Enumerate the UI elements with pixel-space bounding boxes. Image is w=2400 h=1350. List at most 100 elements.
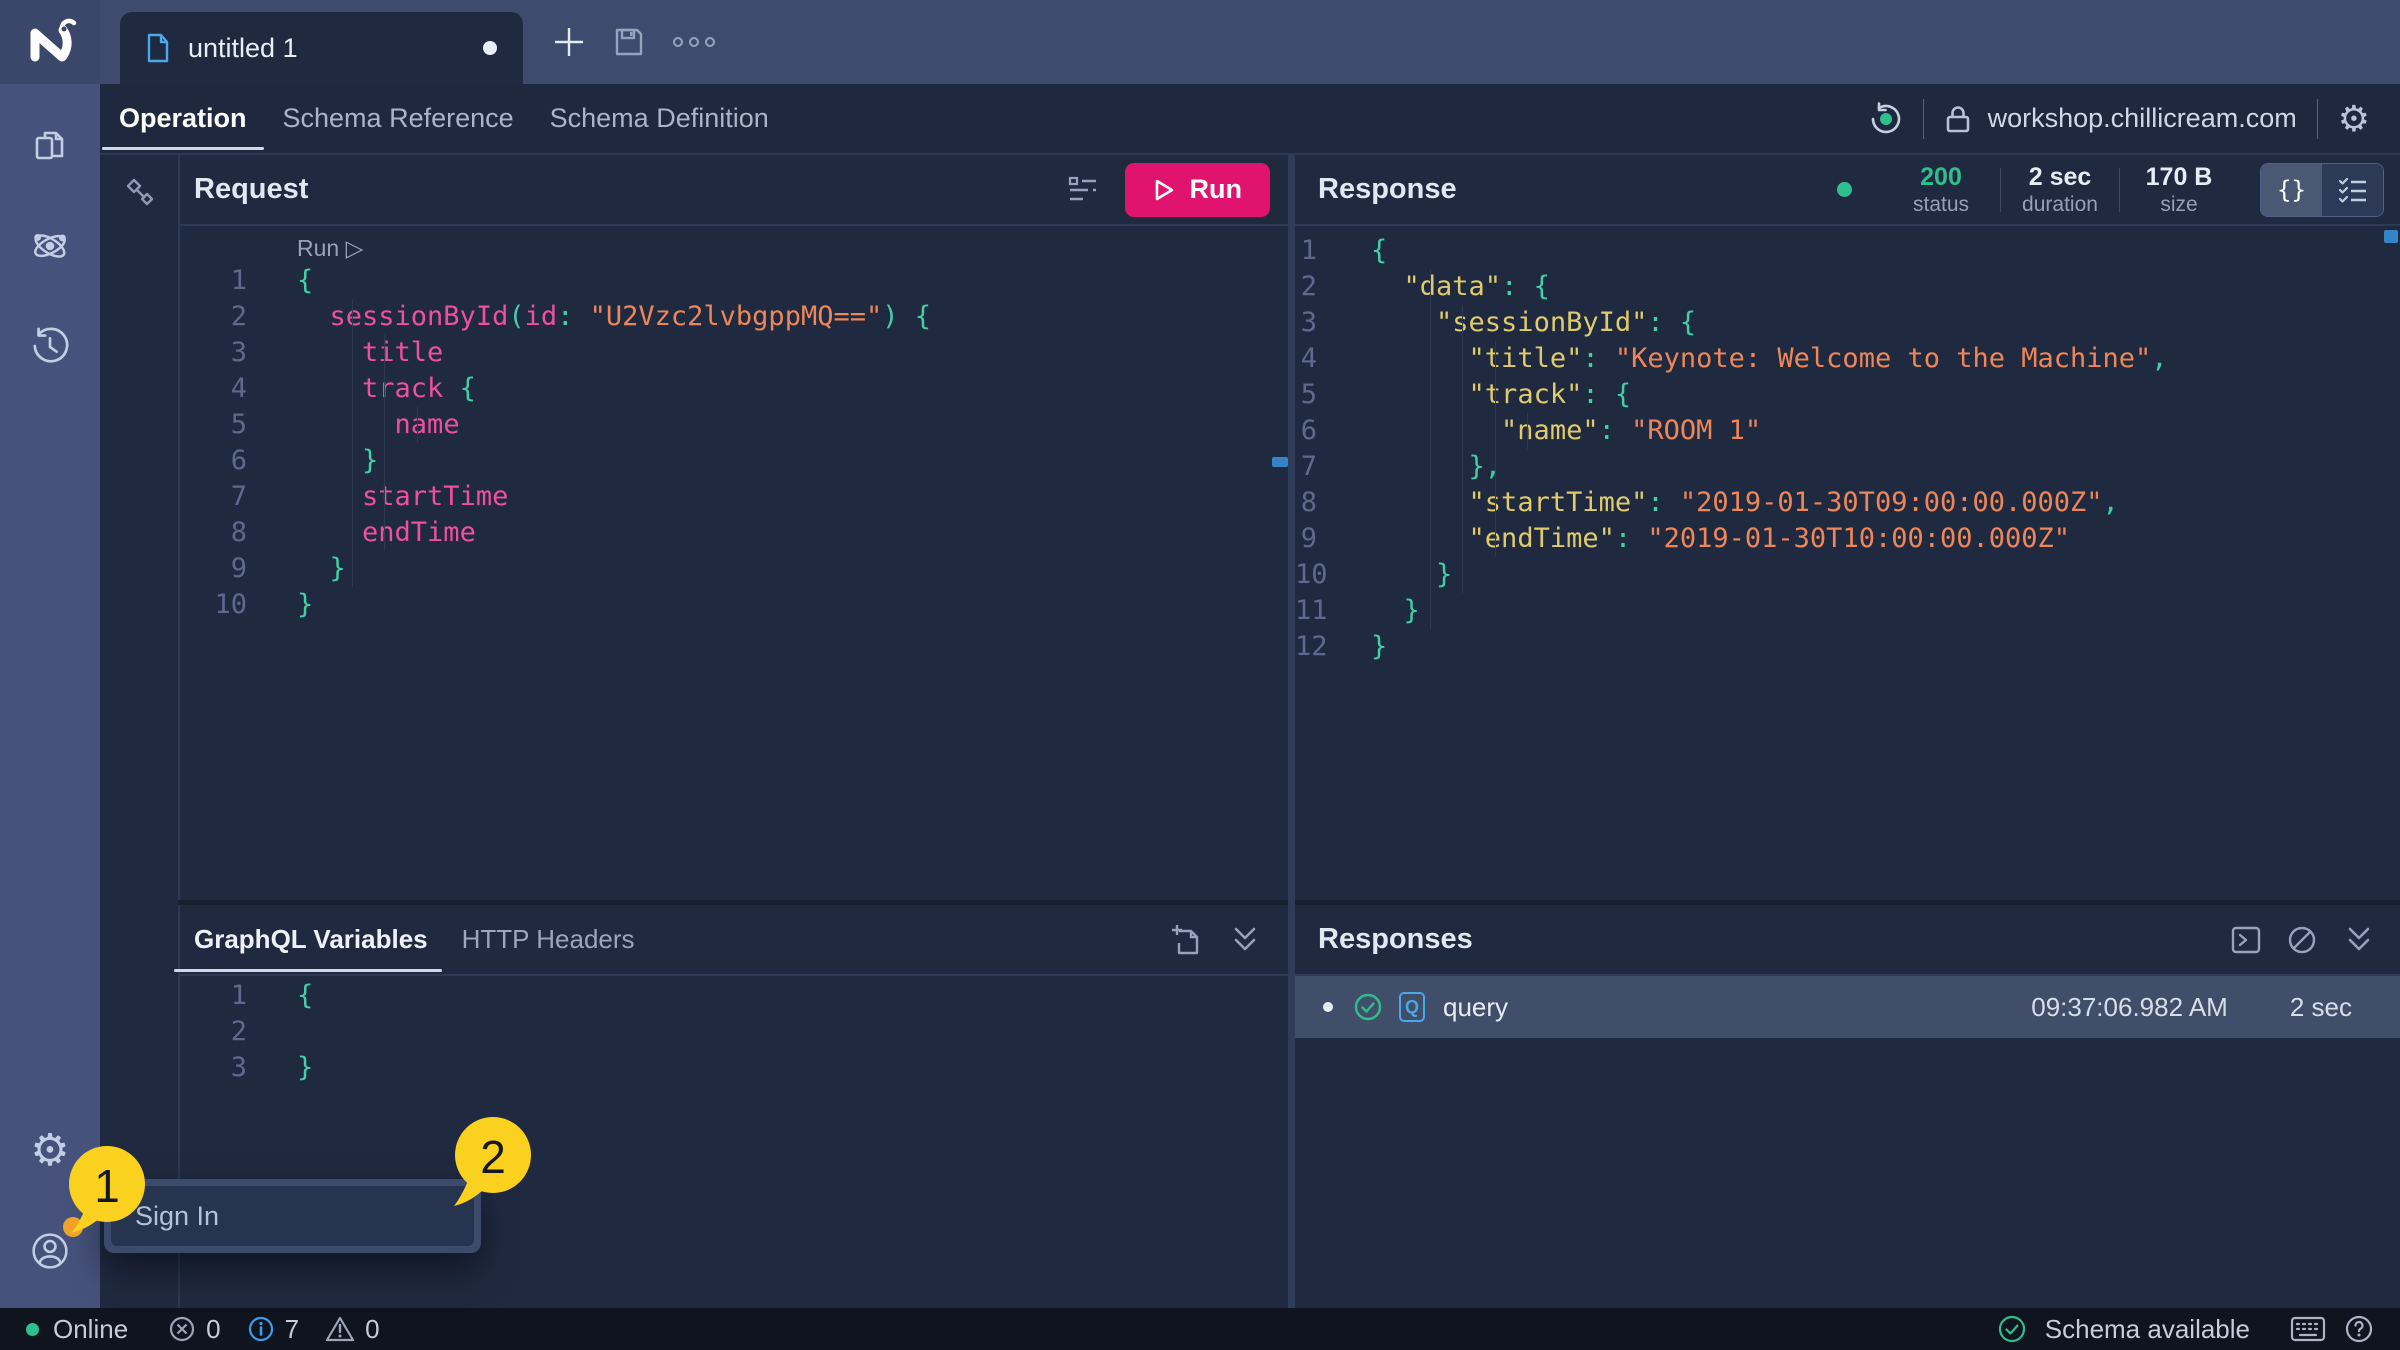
callout-badge-1: 1 [52, 1129, 168, 1245]
schema-sync-button[interactable] [1869, 102, 1903, 136]
info-count: 7 [247, 1314, 299, 1345]
open-console-button[interactable] [2230, 924, 2262, 956]
code-line: 6 } [180, 443, 1288, 479]
indent-guide [384, 335, 385, 551]
tab-graphql-variables[interactable]: GraphQL Variables [194, 906, 428, 974]
tab-schema-definition[interactable]: Schema Definition [548, 84, 771, 153]
scrollbar-mark [2384, 230, 2398, 243]
code-line: 4 "title": "Keynote: Welcome to the Mach… [1295, 341, 2400, 377]
document-tab[interactable]: untitled 1 [120, 12, 523, 84]
code-line: 2 "data": { [1295, 269, 2400, 305]
operations-tree-button[interactable] [122, 175, 158, 211]
code-line: 10 } [1295, 557, 2400, 593]
response-view-toggle: {} [2260, 163, 2384, 217]
indent-guide [1495, 341, 1496, 557]
app-logo[interactable] [0, 0, 100, 84]
tab-schema-reference[interactable]: Schema Reference [281, 84, 516, 153]
success-dot-icon [1837, 182, 1852, 197]
svg-text:1: 1 [94, 1160, 120, 1212]
circle-question-icon [2344, 1314, 2374, 1344]
response-row-label: query [1443, 992, 1508, 1023]
callout-badge-2: 2 [438, 1104, 554, 1220]
connection-settings-button[interactable]: ⚙ [2338, 101, 2370, 137]
code-line: 7 }, [1295, 449, 2400, 485]
code-line: 5 name [180, 407, 1288, 443]
code-line: 2 [180, 1014, 1288, 1050]
variables-editor[interactable]: 1{23} [180, 976, 1288, 1308]
duration-stat: 2 sec duration [2001, 162, 2119, 217]
code-line: 2 sessionById(id: "U2Vzc2lvbgppMQ==") { [180, 299, 1288, 335]
divider [1923, 99, 1924, 139]
hierarchy-icon [122, 175, 158, 211]
sidebar-item-schema[interactable] [30, 226, 70, 266]
code-line: 3} [180, 1050, 1288, 1086]
response-panel: Response 200 status 2 sec dura [1295, 155, 2400, 900]
chillicream-pepper-icon [21, 13, 79, 71]
code-line: 11 } [1295, 593, 2400, 629]
collapse-panel-button[interactable] [2342, 923, 2376, 957]
indent-guide [1462, 305, 1463, 593]
new-variable-set-button[interactable] [1170, 923, 1202, 957]
vertical-splitter[interactable] [1288, 155, 1295, 1308]
code-line: 1{ [180, 263, 1288, 299]
response-row-duration: 2 sec [2290, 992, 2352, 1023]
code-line: 1{ [180, 978, 1288, 1014]
error-count: 0 [168, 1314, 220, 1345]
circle-x-icon [168, 1315, 196, 1343]
clear-responses-button[interactable] [2286, 924, 2318, 956]
tab-http-headers[interactable]: HTTP Headers [462, 906, 635, 974]
document-plus-icon [1170, 923, 1202, 957]
response-history-row[interactable]: Q query 09:37:06.982 AM 2 sec [1295, 976, 2400, 1038]
play-icon [1153, 178, 1175, 202]
code-line: 1{ [1295, 233, 2400, 269]
code-line: 9 "endTime": "2019-01-30T10:00:00.000Z" [1295, 521, 2400, 557]
tab-title: untitled 1 [188, 33, 298, 64]
save-icon [613, 26, 645, 58]
json-view-button[interactable]: {} [2261, 164, 2322, 216]
gear-icon: ⚙ [2338, 98, 2370, 139]
save-button[interactable] [613, 26, 645, 58]
schema-available-label: Schema available [2045, 1314, 2250, 1345]
circle-slash-icon [2286, 924, 2318, 956]
code-line: 3 "sessionById": { [1295, 305, 2400, 341]
atom-icon [30, 225, 70, 267]
tab-operation[interactable]: Operation [117, 84, 249, 153]
code-line: 8 "startTime": "2019-01-30T09:00:00.000Z… [1295, 485, 2400, 521]
history-icon [30, 325, 70, 367]
sidebar-item-history[interactable] [30, 326, 70, 366]
lock-icon [1944, 104, 1972, 134]
indent-guide [417, 407, 418, 443]
double-chevron-down-icon [1228, 923, 1262, 957]
sidebar-item-documents[interactable] [30, 126, 70, 166]
code-line: 10} [180, 587, 1288, 623]
run-button[interactable]: Run [1125, 163, 1270, 217]
warning-triangle-icon [325, 1315, 355, 1343]
endpoint-url[interactable]: workshop.chillicream.com [1988, 103, 2297, 134]
code-line: 8 endTime [180, 515, 1288, 551]
shortcuts-button[interactable] [2290, 1316, 2326, 1342]
operation-nav-row: Operation Schema Reference Schema Defini… [100, 84, 2400, 155]
collapse-panel-button[interactable] [1228, 923, 1262, 957]
more-options-button[interactable] [673, 37, 715, 47]
status-bar: Online 0 7 0 [0, 1308, 2400, 1350]
online-dot-icon [26, 1323, 39, 1336]
prettify-icon [1067, 174, 1099, 206]
keyboard-icon [2290, 1316, 2326, 1342]
indent-guide [352, 299, 353, 587]
code-line: Run ▷ [180, 233, 1288, 263]
response-editor[interactable]: 1{2 "data": {3 "sessionById": {4 "title"… [1295, 226, 2400, 900]
list-view-button[interactable] [2322, 164, 2383, 216]
dots-icon [673, 37, 683, 47]
request-editor[interactable]: Run ▷1{2 sessionById(id: "U2Vzc2lvbgppMQ… [180, 226, 1288, 900]
divider [2317, 99, 2318, 139]
documents-icon [30, 126, 70, 166]
size-stat: 170 B size [2120, 162, 2238, 217]
top-tab-bar: untitled 1 [0, 0, 2400, 84]
console-icon [2230, 924, 2262, 956]
code-line: 12} [1295, 629, 2400, 665]
svg-text:2: 2 [480, 1131, 506, 1183]
help-button[interactable] [2344, 1314, 2374, 1344]
code-line: 6 "name": "ROOM 1" [1295, 413, 2400, 449]
new-tab-button[interactable] [551, 24, 587, 60]
prettify-button[interactable] [1067, 174, 1099, 206]
